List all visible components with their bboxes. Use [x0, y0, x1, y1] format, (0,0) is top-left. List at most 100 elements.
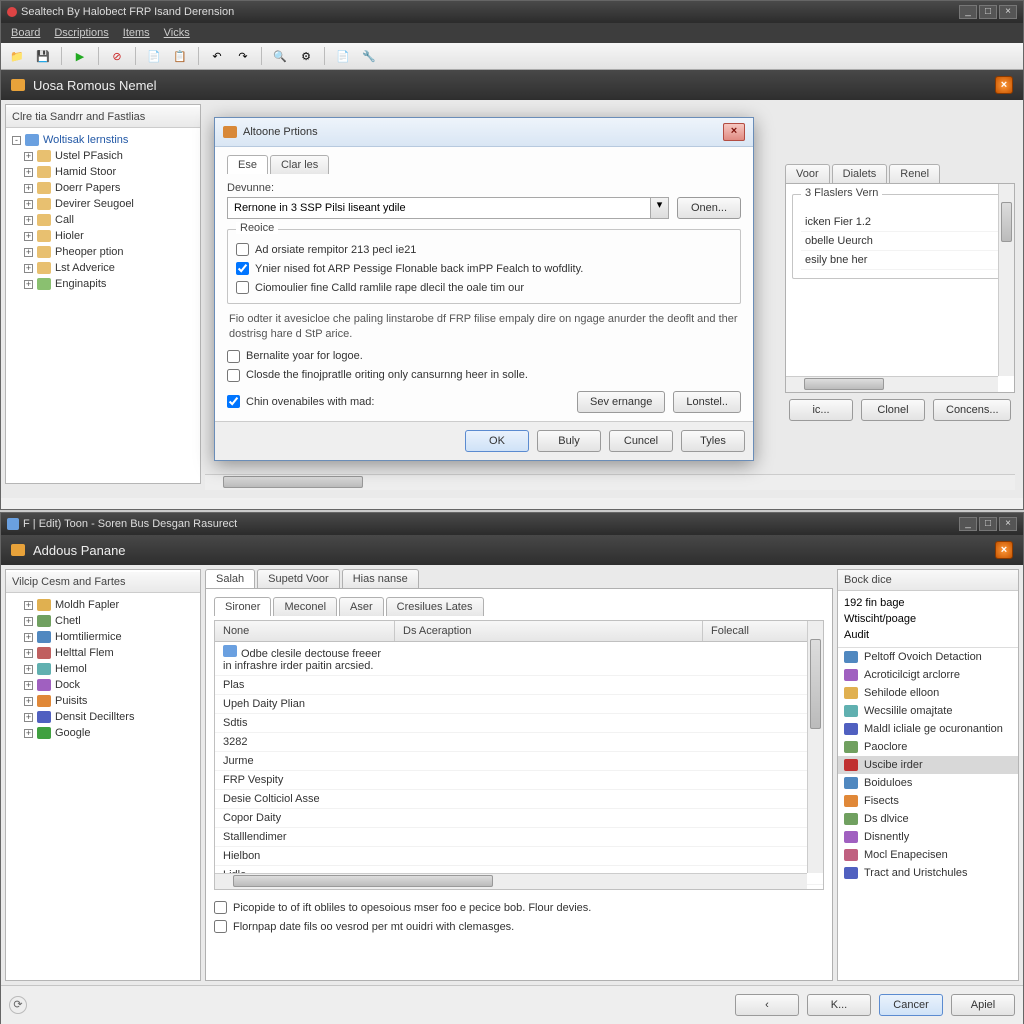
panel-close-button[interactable]: ×: [995, 541, 1013, 559]
table-row[interactable]: Jurme: [215, 752, 823, 771]
doc-icon[interactable]: 📄: [144, 46, 164, 66]
menu-descriptions[interactable]: Dscriptions: [54, 27, 108, 39]
th-desc[interactable]: Ds Aceraption: [395, 621, 703, 641]
right-item[interactable]: Maldl icliale ge ocuronantion: [838, 720, 1018, 738]
subtab-meconel[interactable]: Meconel: [273, 597, 337, 616]
maximize-button[interactable]: □: [979, 5, 997, 19]
menu-items[interactable]: Items: [123, 27, 150, 39]
clonel-button[interactable]: Clonel: [861, 399, 925, 421]
expand-icon[interactable]: +: [24, 729, 33, 738]
cancel-button[interactable]: Cuncel: [609, 430, 673, 452]
expand-icon[interactable]: +: [24, 633, 33, 642]
th-none[interactable]: None: [215, 621, 395, 641]
tree-item[interactable]: +Dock: [10, 677, 196, 693]
bottom-check-2[interactable]: [214, 920, 227, 933]
scrollbar-horizontal[interactable]: [786, 376, 998, 392]
expand-icon[interactable]: +: [24, 248, 33, 257]
zoom-in-icon[interactable]: 🔍: [270, 46, 290, 66]
expand-icon[interactable]: +: [24, 697, 33, 706]
check-4[interactable]: [227, 350, 240, 363]
devunne-combo[interactable]: ▾: [227, 197, 669, 219]
list-item[interactable]: esily bne her: [801, 251, 999, 270]
redo-icon[interactable]: ↷: [233, 46, 253, 66]
tree-item[interactable]: +Lst Adverice: [10, 260, 196, 276]
tree-item[interactable]: +Chetl: [10, 613, 196, 629]
right-item[interactable]: Paoclore: [838, 738, 1018, 756]
new-icon[interactable]: 📄: [333, 46, 353, 66]
check-2[interactable]: [236, 262, 249, 275]
scrollbar-horizontal[interactable]: [215, 873, 807, 889]
tab-salah[interactable]: Salah: [205, 569, 255, 588]
scrollbar-vertical[interactable]: [807, 621, 823, 873]
devunne-input[interactable]: [227, 197, 651, 219]
tree-item[interactable]: +Hamid Stoor: [10, 164, 196, 180]
tree-item[interactable]: +Helttal Flem: [10, 645, 196, 661]
tree-item[interactable]: +Ustel PFasich: [10, 148, 196, 164]
expand-icon[interactable]: +: [24, 665, 33, 674]
tyles-button[interactable]: Tyles: [681, 430, 745, 452]
close-button[interactable]: ×: [999, 5, 1017, 19]
save-icon[interactable]: 💾: [33, 46, 53, 66]
right-item[interactable]: Ds dlvice: [838, 810, 1018, 828]
table-row[interactable]: 3282: [215, 733, 823, 752]
right-item[interactable]: Sehilode elloon: [838, 684, 1018, 702]
tree-root[interactable]: -Woltisak lernstins: [10, 132, 196, 148]
table-row[interactable]: Sdtis: [215, 714, 823, 733]
menu-board[interactable]: Board: [11, 27, 40, 39]
load-button[interactable]: Lonstel..: [673, 391, 741, 413]
tab-hias[interactable]: Hias nanse: [342, 569, 419, 588]
concens-button[interactable]: Concens...: [933, 399, 1011, 421]
expand-icon[interactable]: +: [24, 280, 33, 289]
cancel-button[interactable]: Cancer: [879, 994, 943, 1016]
th-folecall[interactable]: Folecall: [703, 621, 823, 641]
check-6[interactable]: [227, 395, 240, 408]
tree-item[interactable]: +Hemol: [10, 661, 196, 677]
expand-icon[interactable]: +: [24, 681, 33, 690]
panel-close-button[interactable]: ×: [995, 76, 1013, 94]
subtab-cresi[interactable]: Cresilues Lates: [386, 597, 484, 616]
table-row[interactable]: Hielbon: [215, 847, 823, 866]
bottom-check-1[interactable]: [214, 901, 227, 914]
tree-item[interactable]: +Pheoper ption: [10, 244, 196, 260]
right-item[interactable]: Acroticilcigt arclorre: [838, 666, 1018, 684]
minimize-button[interactable]: _: [959, 517, 977, 531]
tree-item[interactable]: +Hioler: [10, 228, 196, 244]
tab-renel[interactable]: Renel: [889, 164, 940, 183]
tree-item[interactable]: +Devirer Seugoel: [10, 196, 196, 212]
check-1[interactable]: [236, 243, 249, 256]
tab-clar[interactable]: Clar les: [270, 155, 329, 174]
gear-icon[interactable]: ⚙: [296, 46, 316, 66]
maximize-button[interactable]: □: [979, 517, 997, 531]
minimize-button[interactable]: _: [959, 5, 977, 19]
expand-icon[interactable]: +: [24, 184, 33, 193]
chevron-down-icon[interactable]: ▾: [651, 197, 669, 219]
expand-icon[interactable]: +: [24, 713, 33, 722]
play-icon[interactable]: ▶: [70, 46, 90, 66]
table-row[interactable]: Plas: [215, 676, 823, 695]
menu-vicks[interactable]: Vicks: [164, 27, 190, 39]
dialog-close-button[interactable]: ×: [723, 123, 745, 141]
list-item[interactable]: icken Fier 1.2: [801, 213, 999, 232]
table-row[interactable]: Upeh Daity Plian: [215, 695, 823, 714]
close-button[interactable]: ×: [999, 517, 1017, 531]
tab-supetd[interactable]: Supetd Voor: [257, 569, 340, 588]
save-arrange-button[interactable]: Sev ernange: [577, 391, 665, 413]
tab-voor[interactable]: Voor: [785, 164, 830, 183]
buly-button[interactable]: Buly: [537, 430, 601, 452]
tree-item[interactable]: +Google: [10, 725, 196, 741]
subtab-aser[interactable]: Aser: [339, 597, 384, 616]
tree-item[interactable]: +Moldh Fapler: [10, 597, 196, 613]
expand-icon[interactable]: +: [24, 200, 33, 209]
tree-item[interactable]: +Puisits: [10, 693, 196, 709]
expand-icon[interactable]: +: [24, 168, 33, 177]
undo-icon[interactable]: ↶: [207, 46, 227, 66]
tree-item[interactable]: +Homtiliermice: [10, 629, 196, 645]
expand-icon[interactable]: +: [24, 232, 33, 241]
table-row[interactable]: Stalllendimer: [215, 828, 823, 847]
k-button[interactable]: K...: [807, 994, 871, 1016]
expand-icon[interactable]: +: [24, 216, 33, 225]
table-row[interactable]: Copor Daity: [215, 809, 823, 828]
ic-button[interactable]: ic...: [789, 399, 853, 421]
tree-item[interactable]: +Densit Decillters: [10, 709, 196, 725]
subtab-sironer[interactable]: Sironer: [214, 597, 271, 616]
